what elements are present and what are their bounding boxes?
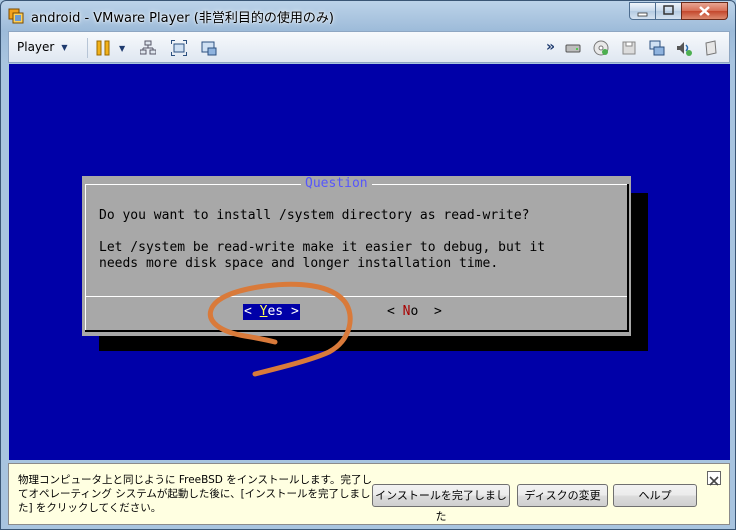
- dialog-border: [627, 184, 629, 332]
- toolbar-separator: [87, 38, 88, 58]
- sound-icon[interactable]: [676, 40, 692, 56]
- notification-close-button[interactable]: [707, 471, 721, 486]
- window-title: android - VMware Player (非営利目的の使用のみ): [31, 11, 334, 26]
- info-text-line-2: needs more disk space and longer install…: [99, 256, 499, 271]
- cd-drive-icon[interactable]: [593, 40, 609, 56]
- close-button[interactable]: [681, 2, 728, 20]
- install-complete-button[interactable]: インストールを完了しました: [372, 484, 510, 523]
- yes-bracket-left: <: [244, 304, 260, 319]
- unity-icon[interactable]: [201, 40, 217, 56]
- dialog-title: Question: [301, 176, 372, 192]
- hard-disk-icon[interactable]: [565, 40, 581, 56]
- info-text-line-1: Let /system be read-write make it easier…: [99, 240, 546, 255]
- chevron-down-icon[interactable]: ▼: [119, 44, 125, 53]
- change-disk-button[interactable]: ディスクの変更: [517, 484, 608, 507]
- guest-screen[interactable]: Question Do you want to install /system …: [9, 64, 730, 460]
- maximize-button[interactable]: [655, 2, 682, 20]
- player-menu-label: Player: [17, 40, 55, 54]
- chevron-down-icon: ▼: [61, 42, 68, 52]
- yes-button[interactable]: < Yes >: [243, 304, 300, 320]
- player-menu-button[interactable]: Player ▼: [13, 36, 72, 58]
- vmware-window: android - VMware Player (非営利目的の使用のみ) Pla…: [0, 0, 736, 530]
- dialog-border: [85, 330, 628, 332]
- dialog-divider: [86, 296, 627, 297]
- minimize-button[interactable]: [629, 2, 656, 20]
- notification-message: 物理コンピュータ上と同じように FreeBSD をインストールします。完了してオ…: [18, 474, 372, 514]
- close-icon: [709, 476, 719, 486]
- usb-icon[interactable]: [703, 40, 719, 56]
- floppy-icon[interactable]: [621, 40, 637, 56]
- question-text: Do you want to install /system directory…: [99, 208, 530, 223]
- fullscreen-icon[interactable]: [171, 40, 187, 56]
- vmware-app-icon: [8, 8, 24, 24]
- network-adapter-icon[interactable]: [649, 40, 665, 56]
- no-bracket-left: <: [387, 304, 403, 319]
- maximize-icon: [663, 5, 674, 15]
- pause-icon[interactable]: [95, 40, 111, 56]
- question-dialog: Question Do you want to install /system …: [82, 176, 631, 336]
- no-bracket-right: >: [418, 304, 442, 319]
- no-button[interactable]: < No >: [387, 304, 442, 320]
- notification-bar: 物理コンピュータ上と同じように FreeBSD をインストールします。完了してオ…: [8, 463, 730, 525]
- close-icon: [699, 6, 710, 16]
- title-bar[interactable]: android - VMware Player (非営利目的の使用のみ): [1, 1, 736, 31]
- help-button[interactable]: ヘルプ: [613, 484, 697, 507]
- overflow-chevron-icon[interactable]: »: [546, 39, 555, 55]
- dialog-border: [85, 184, 86, 332]
- toolbar: Player ▼ ▼ »: [8, 31, 730, 63]
- minimize-icon: [637, 12, 648, 17]
- yes-bracket-right: >: [283, 304, 299, 319]
- yes-label-rest: es: [267, 304, 284, 319]
- network-icon[interactable]: [140, 40, 156, 56]
